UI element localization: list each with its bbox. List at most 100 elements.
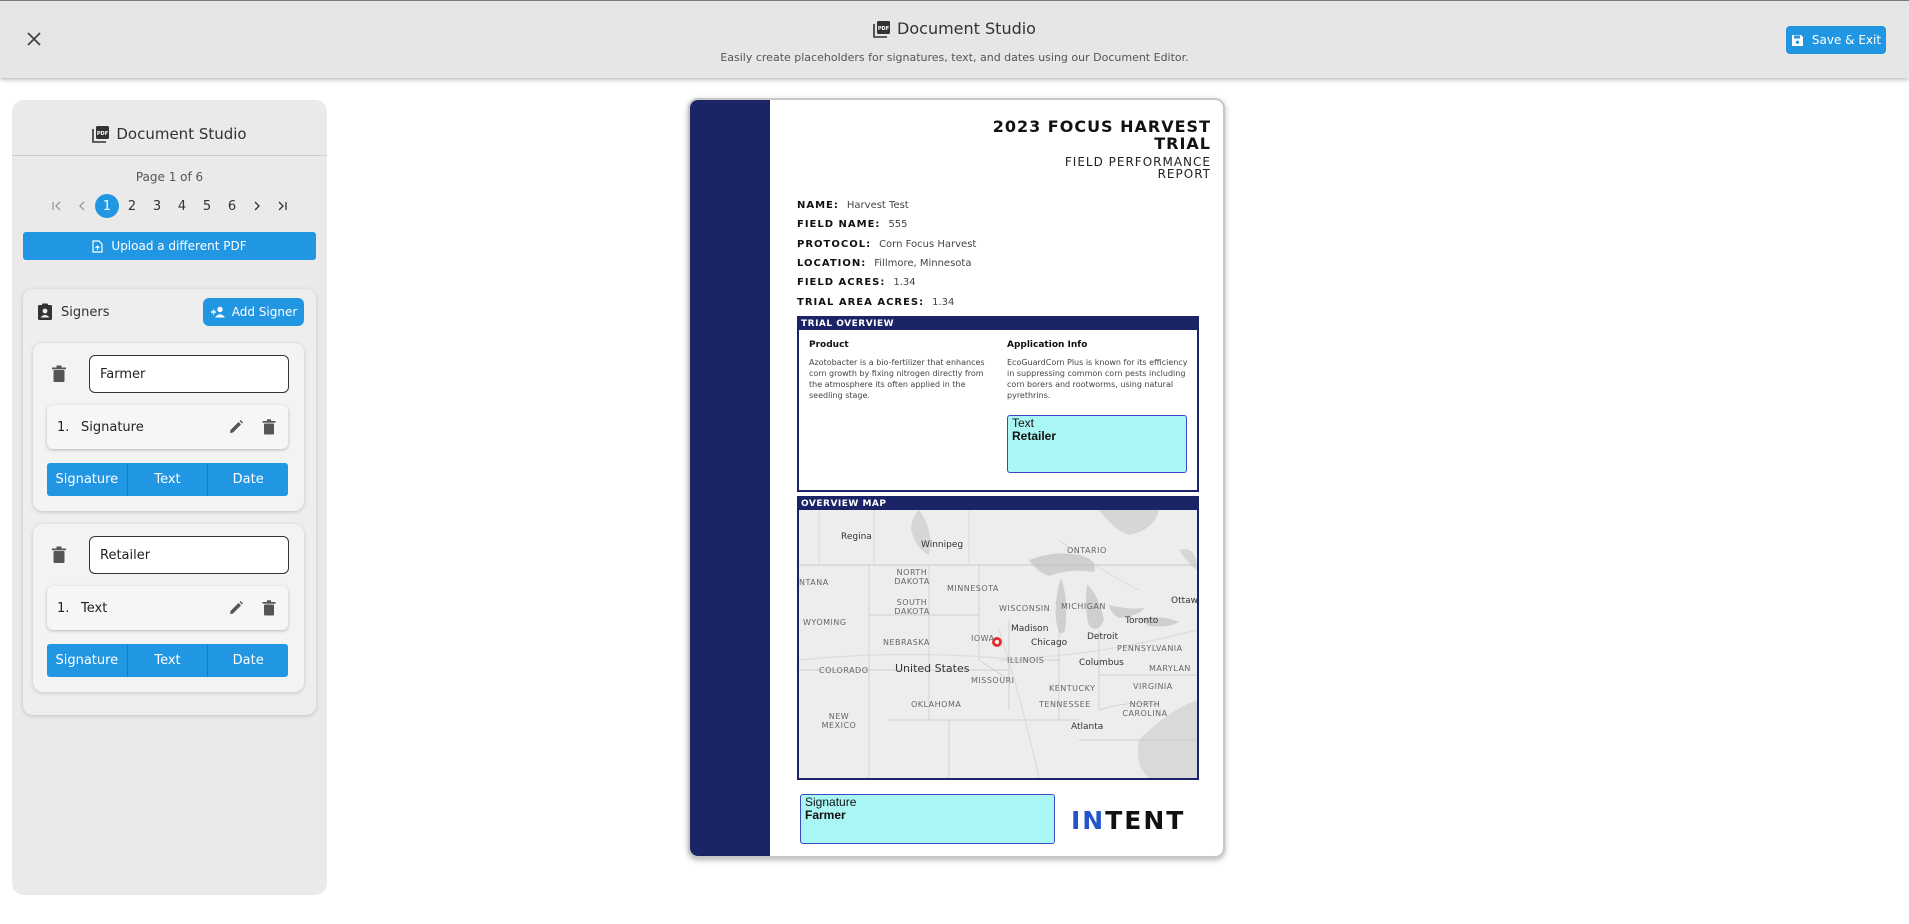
map-label: Ottaw xyxy=(1171,596,1197,606)
signer-field-row[interactable]: 1. Signature xyxy=(47,405,288,449)
map-label: IOWA xyxy=(971,634,995,643)
document-field-row: FIELD NAME: 555 xyxy=(797,215,976,234)
last-page-icon[interactable] xyxy=(270,194,295,218)
contact-badge-icon xyxy=(37,303,53,321)
page-button-6[interactable]: 6 xyxy=(220,194,245,218)
field-number: 1. xyxy=(57,419,70,435)
field-value: 1.34 xyxy=(893,277,916,289)
delete-signer-icon[interactable] xyxy=(51,546,67,564)
add-signature-button[interactable]: Signature xyxy=(47,644,128,677)
add-date-button[interactable]: Date xyxy=(208,463,288,496)
document-page: 2023 FOCUS HARVEST TRIAL FIELD PERFORMAN… xyxy=(688,98,1225,858)
field-type-buttons: Signature Text Date xyxy=(47,463,288,496)
map-label: COLORADO xyxy=(819,666,869,675)
text-placeholder-retailer[interactable]: Text Retailer xyxy=(1007,415,1187,473)
pagination: 1 2 3 4 5 6 xyxy=(12,194,327,218)
document-title: 2023 FOCUS HARVEST TRIAL xyxy=(951,118,1211,152)
map-label: Toronto xyxy=(1125,616,1159,626)
field-label: Text xyxy=(81,600,108,616)
signers-panel: Signers Add Signer 1. Signature xyxy=(23,289,316,715)
page-info: Page 1 of 6 xyxy=(135,170,204,184)
logo-in: IN xyxy=(1071,806,1106,835)
svg-text:PDF: PDF xyxy=(97,131,108,137)
field-type-buttons: Signature Text Date xyxy=(47,644,288,677)
document-title-line: TRIAL xyxy=(1154,134,1211,153)
map-label: TENNESSEE xyxy=(1039,700,1091,709)
map-label: MISSOURI xyxy=(971,676,1015,685)
map-label: WISCONSIN xyxy=(999,604,1051,613)
trial-overview-box: TRIAL OVERVIEW Product Azotobacter is a … xyxy=(797,316,1199,492)
top-bar: PDF Document Studio Easily create placeh… xyxy=(0,0,1909,78)
document-field-row: TRIAL AREA ACRES: 1.34 xyxy=(797,292,976,311)
signer-name-input[interactable] xyxy=(89,355,289,393)
map-label: Detroit xyxy=(1087,632,1119,642)
signer-field-row[interactable]: 1. Text xyxy=(47,586,288,630)
signers-label: Signers xyxy=(61,304,110,320)
delete-signer-icon[interactable] xyxy=(51,365,67,383)
page-button-4[interactable]: 4 xyxy=(170,194,195,218)
map-label: PENNSYLVANIA xyxy=(1117,644,1183,653)
map-label: KENTUCKY xyxy=(1049,684,1096,693)
map-label: Winnipeg xyxy=(921,540,964,550)
document-subtitle: FIELD PERFORMANCE REPORT xyxy=(1011,156,1211,180)
add-date-button[interactable]: Date xyxy=(208,644,288,677)
product-text: Azotobacter is a bio-fertilizer that enh… xyxy=(809,358,985,400)
floppy-disk-icon xyxy=(1791,34,1804,47)
delete-field-icon[interactable] xyxy=(262,600,278,616)
application-column: Application Info EcoGuardCorn Plus is kn… xyxy=(1007,340,1189,401)
pdf-icon: PDF xyxy=(873,20,891,38)
signer-card-farmer: 1. Signature Signature Text Date xyxy=(33,343,304,511)
delete-field-icon[interactable] xyxy=(262,419,278,435)
page-button-5[interactable]: 5 xyxy=(195,194,220,218)
document-field-row: PROTOCOL: Corn Focus Harvest xyxy=(797,235,976,254)
map-label: MINNESOTA xyxy=(947,584,999,593)
map-label: MICHIGAN xyxy=(1061,602,1106,611)
upload-pdf-label: Upload a different PDF xyxy=(111,239,247,253)
product-column: Product Azotobacter is a bio-fertilizer … xyxy=(809,340,989,401)
app-title: PDF Document Studio xyxy=(0,19,1909,38)
next-page-icon[interactable] xyxy=(245,194,270,218)
prev-page-icon[interactable] xyxy=(70,194,95,218)
signer-name-input[interactable] xyxy=(89,536,289,574)
overview-map[interactable]: Regina Winnipeg ONTARIO NTANA NORTH DAKO… xyxy=(799,510,1197,778)
page-button-3[interactable]: 3 xyxy=(145,194,170,218)
upload-pdf-button[interactable]: Upload a different PDF xyxy=(23,232,316,260)
map-label: WYOMING xyxy=(803,618,847,627)
intent-logo: INTENT xyxy=(1071,806,1185,835)
add-signer-button[interactable]: Add Signer xyxy=(203,298,304,326)
placeholder-signer: Retailer xyxy=(1012,429,1057,443)
map-label: Columbus xyxy=(1079,658,1124,668)
edit-pencil-icon[interactable] xyxy=(228,419,244,435)
map-label: Madison xyxy=(1011,624,1049,634)
map-label: ONTARIO xyxy=(1067,546,1107,555)
signature-placeholder-farmer[interactable]: Signature Farmer xyxy=(800,794,1055,844)
person-add-icon xyxy=(210,306,226,318)
page-button-2[interactable]: 2 xyxy=(120,194,145,218)
add-signature-button[interactable]: Signature xyxy=(47,463,128,496)
document-field-row: LOCATION: Fillmore, Minnesota xyxy=(797,254,976,273)
field-key: FIELD NAME: xyxy=(797,219,881,231)
map-label: Chicago xyxy=(1031,638,1068,648)
document-fields: NAME: Harvest Test FIELD NAME: 555 PROTOCO… xyxy=(797,196,976,312)
add-text-button[interactable]: Text xyxy=(128,463,209,496)
first-page-icon[interactable] xyxy=(45,194,70,218)
document-title-line: 2023 FOCUS HARVEST xyxy=(992,117,1211,136)
map-label: OKLAHOMA xyxy=(911,700,962,709)
field-value: 555 xyxy=(888,219,908,231)
app-subtitle: Easily create placeholders for signature… xyxy=(720,51,1189,64)
field-key: TRIAL AREA ACRES: xyxy=(797,296,925,308)
pdf-icon: PDF xyxy=(92,125,110,143)
field-label: Signature xyxy=(81,419,144,435)
sidebar-title: Document Studio xyxy=(116,124,247,143)
placeholder-signer: Farmer xyxy=(805,808,846,822)
field-number: 1. xyxy=(57,600,70,616)
edit-pencil-icon[interactable] xyxy=(228,600,244,616)
map-label: United States xyxy=(895,662,970,675)
page-button-1[interactable]: 1 xyxy=(95,194,120,218)
app-title-text: Document Studio xyxy=(897,19,1036,38)
add-text-button[interactable]: Text xyxy=(128,644,209,677)
signer-card-retailer: 1. Text Signature Text Date xyxy=(33,524,304,692)
save-exit-button[interactable]: Save & Exit xyxy=(1786,26,1886,54)
add-signer-label: Add Signer xyxy=(231,305,298,319)
trial-overview-header: TRIAL OVERVIEW xyxy=(799,318,1197,330)
